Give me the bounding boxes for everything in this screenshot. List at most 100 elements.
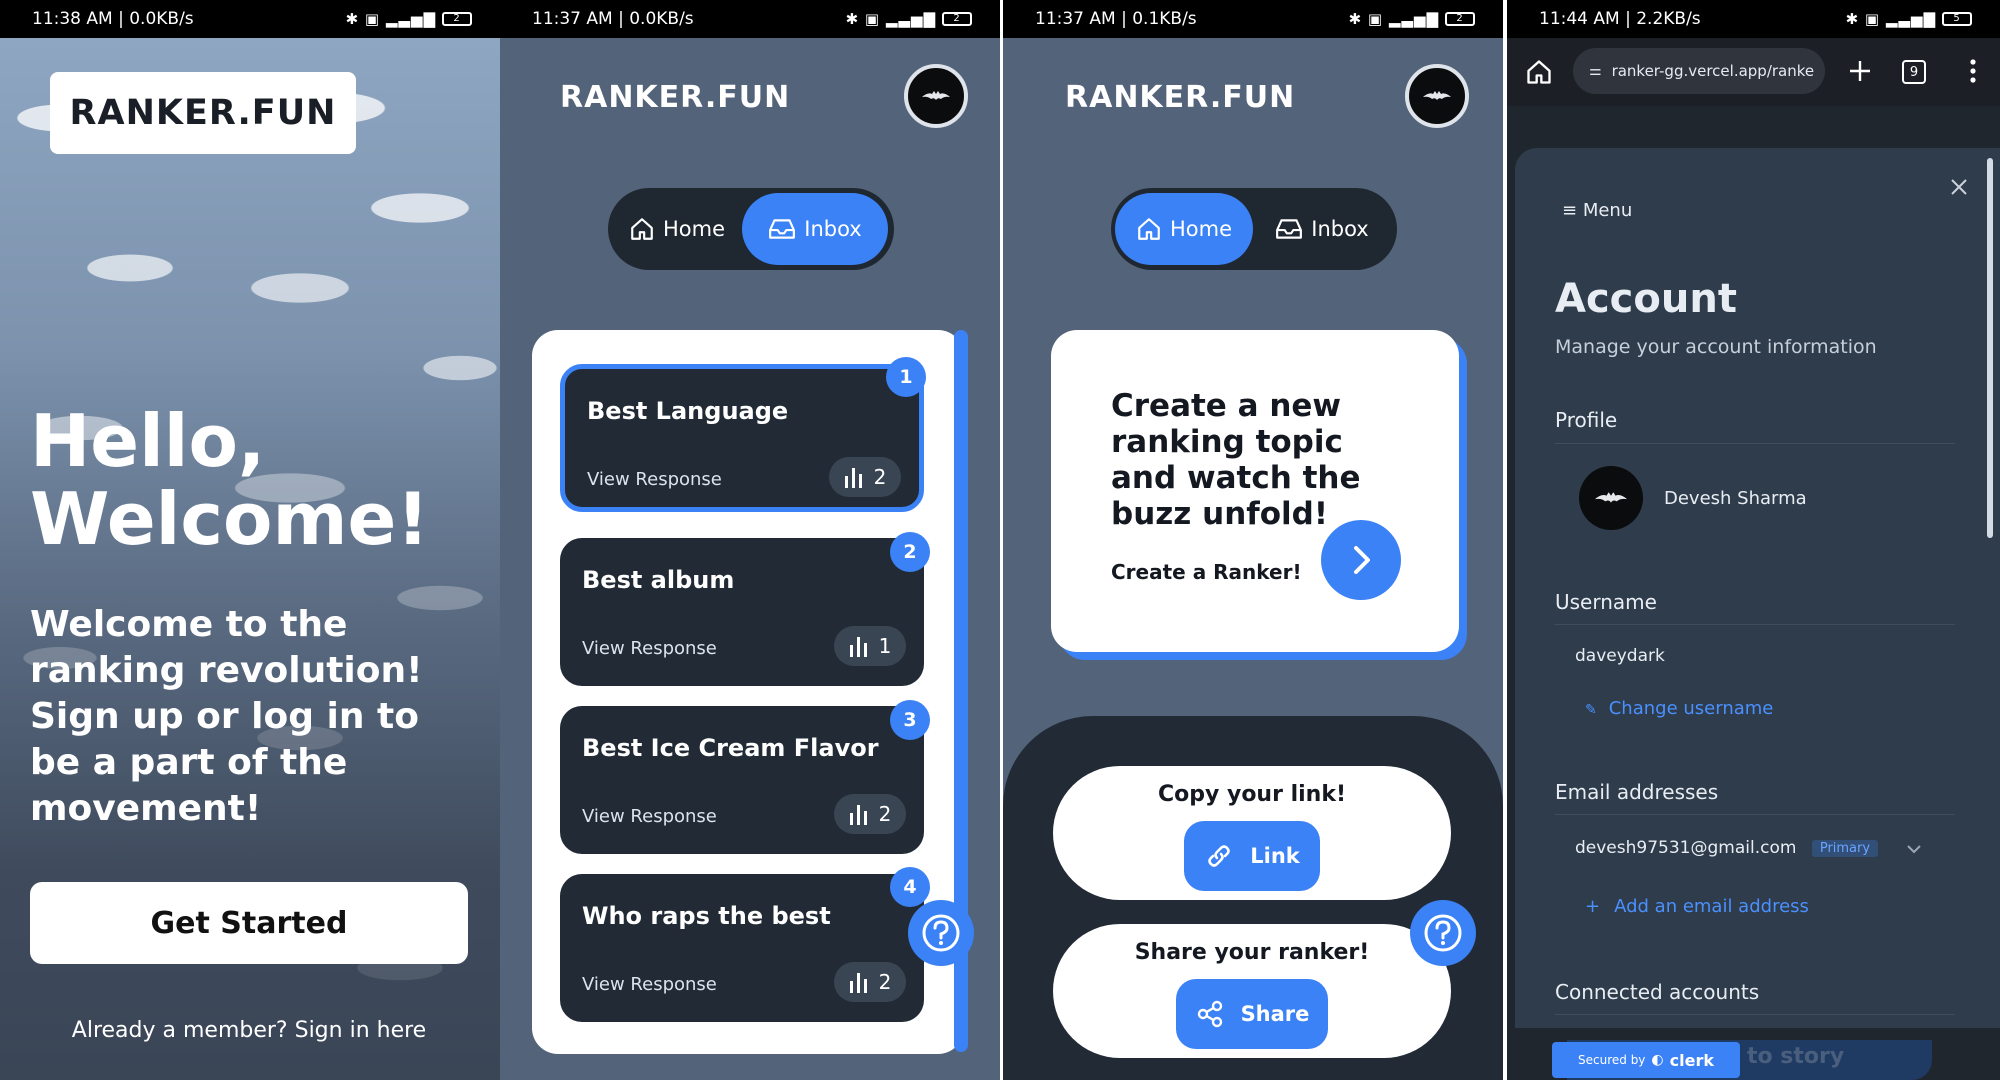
- clerk-brand: clerk: [1669, 1050, 1714, 1070]
- menu-label: Menu: [1582, 200, 1633, 221]
- status-bar: 11:38 AM | 0.0KB/s ✱ ▣ ▂▃▅▇ 2: [0, 0, 500, 38]
- home-icon: [1138, 218, 1160, 240]
- browser-toolbar: ⚌ ranker-gg.vercel.app/ranke 9: [1507, 38, 2000, 106]
- profile-avatar[interactable]: [1405, 64, 1469, 128]
- pencil-icon: ✎: [1585, 702, 1597, 718]
- phone-welcome-screen: 11:38 AM | 0.0KB/s ✱ ▣ ▂▃▅▇ 2 RANKER.FUN…: [0, 0, 500, 1080]
- share-ranker-card: Share your ranker! Share: [1053, 924, 1451, 1058]
- copy-link-card: Copy your link! Link: [1053, 766, 1451, 900]
- plus-icon: +: [1585, 896, 1601, 917]
- ranker-item[interactable]: Who raps the best View Response 2: [560, 874, 924, 1022]
- phone-account-screen: 11:44 AM | 2.2KB/s ✱ ▣ ▂▃▅▇ 5 ⚌ ranker-g…: [1507, 0, 2000, 1080]
- link-button-label: Link: [1250, 844, 1300, 868]
- status-time: 11:37 AM | 0.0KB/s: [532, 9, 694, 29]
- bar-chart-icon: [849, 637, 867, 657]
- rank-badge: 3: [890, 700, 930, 740]
- add-email-label: Add an email address: [1614, 896, 1809, 917]
- background-button-text: to story: [1747, 1044, 1845, 1069]
- status-icons: ✱ ▣ ▂▃▅▇ 5: [1846, 10, 1972, 28]
- bar-chart-icon: [844, 468, 862, 488]
- section-divider: [1555, 624, 1955, 625]
- tab-home-label: Home: [662, 217, 725, 241]
- url-text: ranker-gg.vercel.app/ranke: [1611, 62, 1815, 80]
- response-count-value: 2: [878, 970, 892, 994]
- email-section-label: Email addresses: [1555, 780, 1719, 804]
- battery-icon: 2: [1445, 12, 1475, 26]
- ranker-item[interactable]: Best Language View Response 2: [560, 364, 924, 512]
- app-logo: RANKER.FUN: [50, 72, 356, 154]
- battery-icon: 2: [942, 12, 972, 26]
- get-started-button[interactable]: Get Started: [30, 882, 468, 964]
- email-row[interactable]: devesh97531@gmail.com Primary: [1575, 838, 1879, 858]
- site-settings-icon[interactable]: ⚌: [1589, 63, 1602, 79]
- tab-inbox-label: Inbox: [804, 217, 862, 241]
- menu-toggle[interactable]: ≡ Menu: [1562, 200, 1632, 221]
- status-icons: ✱ ▣ ▂▃▅▇ 2: [846, 10, 972, 28]
- tab-home[interactable]: Home: [612, 193, 742, 265]
- bat-logo-icon: [922, 91, 950, 100]
- secured-by-label: Secured by: [1578, 1053, 1646, 1067]
- tab-inbox[interactable]: Inbox: [742, 193, 888, 265]
- response-count: 2: [834, 962, 906, 1002]
- new-tab-icon[interactable]: [1847, 58, 1873, 84]
- account-title: Account: [1555, 276, 1737, 322]
- inbox-icon: [1276, 219, 1303, 239]
- view-response-link[interactable]: View Response: [587, 469, 722, 490]
- app-brand: RANKER.FUN: [1065, 80, 1296, 115]
- clerk-secured-badge[interactable]: Secured by ◐ clerk: [1552, 1042, 1740, 1078]
- ranker-title: Who raps the best: [582, 902, 831, 930]
- create-ranker-button[interactable]: [1321, 520, 1401, 600]
- more-menu-icon[interactable]: [1969, 58, 1977, 84]
- profile-name[interactable]: Devesh Sharma: [1664, 488, 1807, 509]
- response-count: 2: [834, 794, 906, 834]
- home-icon[interactable]: [1525, 58, 1553, 86]
- modal-scrollbar[interactable]: [1987, 158, 1993, 538]
- close-icon[interactable]: [1950, 178, 1968, 196]
- status-time: 11:44 AM | 2.2KB/s: [1539, 9, 1701, 29]
- tab-home[interactable]: Home: [1115, 193, 1253, 265]
- create-ranker-card[interactable]: Create a new ranking topic and watch the…: [1051, 330, 1459, 652]
- response-count: 2: [829, 457, 901, 497]
- response-count-value: 1: [878, 634, 892, 658]
- chevron-down-icon[interactable]: [1907, 844, 1921, 854]
- bar-chart-icon: [849, 973, 867, 993]
- rank-badge: 2: [890, 532, 930, 572]
- username-section-label: Username: [1555, 590, 1657, 614]
- ranker-item[interactable]: Best album View Response 1: [560, 538, 924, 686]
- create-ranker-label: Create a Ranker!: [1111, 560, 1302, 584]
- bat-logo-icon: [1595, 492, 1627, 503]
- profile-avatar[interactable]: [904, 64, 968, 128]
- status-bar: 11:37 AM | 0.0KB/s ✱ ▣ ▂▃▅▇ 2: [500, 0, 1000, 38]
- tab-home-label: Home: [1169, 217, 1232, 241]
- section-divider: [1555, 443, 1955, 444]
- response-count-value: 2: [878, 802, 892, 826]
- sign-in-link[interactable]: Already a member? Sign in here: [30, 1018, 468, 1043]
- inbox-icon: [769, 219, 796, 239]
- welcome-heading: Hello, Welcome!: [30, 399, 430, 561]
- add-email-link[interactable]: + Add an email address: [1585, 896, 1809, 917]
- share-button[interactable]: Share: [1176, 979, 1328, 1049]
- view-response-link[interactable]: View Response: [582, 638, 717, 659]
- help-button[interactable]: [908, 900, 974, 966]
- tab-switcher-button[interactable]: 9: [1902, 60, 1926, 84]
- connected-accounts-label: Connected accounts: [1555, 980, 1760, 1004]
- status-bar: 11:44 AM | 2.2KB/s ✱ ▣ ▂▃▅▇ 5: [1507, 0, 2000, 38]
- tab-inbox[interactable]: Inbox: [1253, 193, 1391, 265]
- ranker-item[interactable]: Best Ice Cream Flavor View Response 2: [560, 706, 924, 854]
- change-username-label: Change username: [1608, 698, 1774, 719]
- nav-toggle: Home Inbox: [608, 188, 894, 270]
- change-username-link[interactable]: ✎ Change username: [1585, 698, 1773, 719]
- share-ranker-title: Share your ranker!: [1134, 940, 1370, 965]
- view-response-link[interactable]: View Response: [582, 974, 717, 995]
- help-icon: [922, 914, 960, 952]
- battery-icon: 5: [1942, 12, 1972, 26]
- username-value: daveydark: [1575, 646, 1665, 666]
- help-button[interactable]: [1410, 900, 1476, 966]
- url-bar[interactable]: ⚌ ranker-gg.vercel.app/ranke: [1573, 48, 1825, 94]
- link-button[interactable]: Link: [1184, 821, 1320, 891]
- phone-inbox-screen: 11:37 AM | 0.0KB/s ✱ ▣ ▂▃▅▇ 2 RANKER.FUN…: [500, 0, 1000, 1080]
- profile-photo[interactable]: [1579, 466, 1643, 530]
- status-icons: ✱ ▣ ▂▃▅▇ 2: [1349, 10, 1475, 28]
- welcome-subtitle: Welcome to the ranking revolution! Sign …: [30, 604, 423, 829]
- view-response-link[interactable]: View Response: [582, 806, 717, 827]
